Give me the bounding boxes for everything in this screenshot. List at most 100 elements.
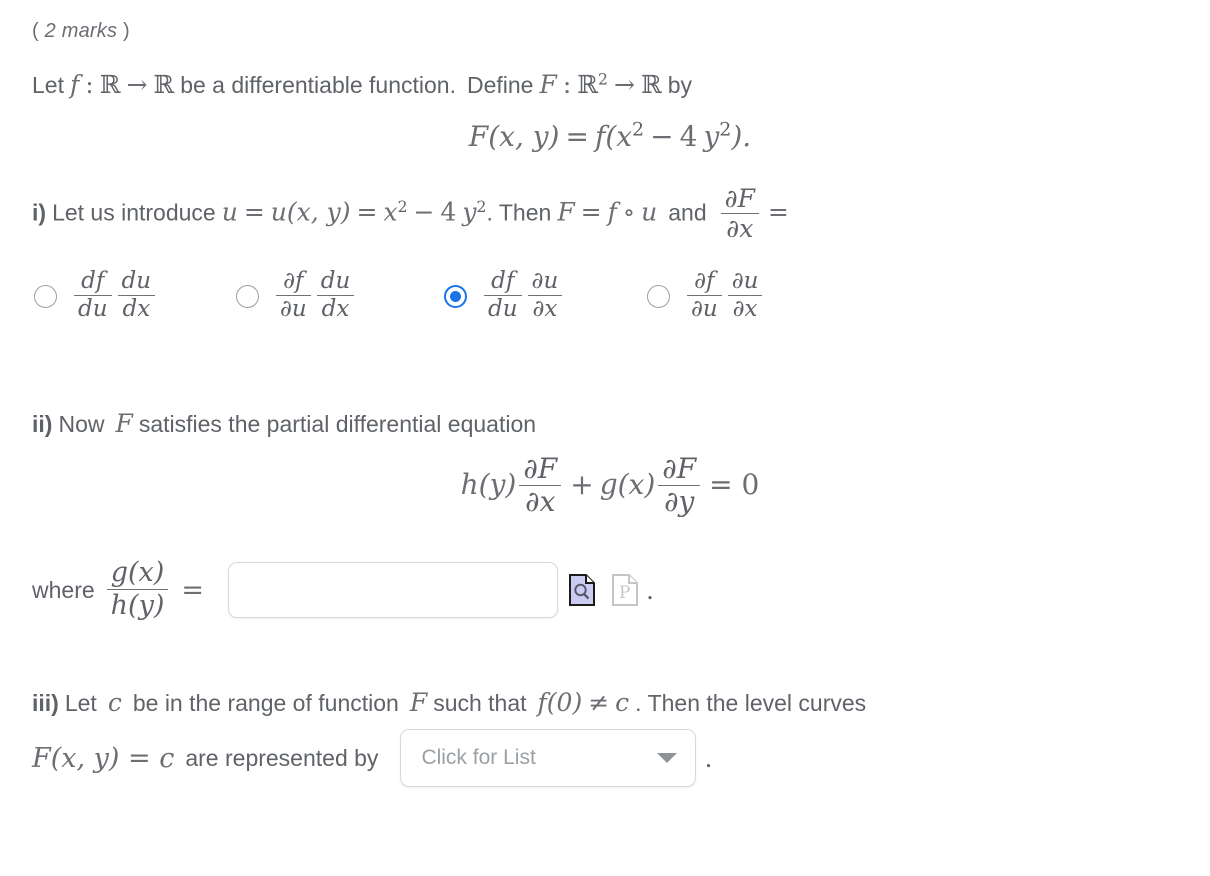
part-i-eq-4: = <box>767 197 789 227</box>
option-d-frac1-num: ∂f <box>687 268 722 296</box>
option-c[interactable]: df du ∂u ∂x <box>444 262 565 330</box>
part-i-f: f <box>607 197 617 227</box>
part-i-eq-2: = <box>356 197 378 227</box>
intro-text-define: Define <box>466 72 534 98</box>
option-a-frac1-num: df <box>74 268 112 296</box>
part-iii-text-2: be in the range of function <box>132 690 399 716</box>
chevron-down-icon <box>657 753 678 763</box>
part-i-y-exponent: 2 <box>476 196 487 216</box>
part-iii-label: iii) <box>32 690 59 716</box>
intro-line: Let f: ℝ → ℝbe a differentiable function. Def… <box>32 70 692 99</box>
part-iii-period: . <box>635 690 642 716</box>
part-iii-statement: iii) Let c be in the range of function Fsuch… <box>32 688 866 717</box>
pde-frac1-num: ∂F <box>519 453 562 487</box>
intro-colon: : <box>85 70 94 99</box>
radio-option-c[interactable] <box>444 284 467 308</box>
marks-label: ( 2 marks ) <box>32 20 130 43</box>
part-iii-text-3: such that <box>433 690 527 716</box>
formula1-lhs: F(x, y) <box>468 120 560 153</box>
option-a[interactable]: df du du dx <box>34 262 158 330</box>
option-a-frac-2: du dx <box>117 268 156 322</box>
option-c-frac2-den: ∂x <box>532 295 558 322</box>
part-i-minus: − <box>413 197 435 227</box>
part-iii-f-of-zero: f(0) <box>537 688 583 717</box>
formula1-exponent-1: 2 <box>632 118 645 141</box>
part-ii-text-2: satisfies the partial differential equat… <box>138 411 537 437</box>
part-iii-text-4: Then the level curves <box>647 690 867 716</box>
intro-reals-domain: ℝ <box>99 70 121 99</box>
part-i-options-group: df du du dx ∂f ∂u du dx df du ∂u ∂x ∂f ∂u ∂u ∂x <box>34 262 934 332</box>
radio-option-b[interactable] <box>236 284 259 308</box>
part-iii-c-2: c <box>615 688 630 717</box>
pde-frac-2: ∂F ∂y <box>658 453 701 517</box>
intro-reals-codomain: ℝ <box>153 70 175 99</box>
part-i-period: . <box>486 199 493 226</box>
part-iii-trailing-dot: . <box>704 743 713 773</box>
option-c-frac-1: df du <box>484 268 522 322</box>
part-i-y: y <box>462 197 477 227</box>
level-curves-dropdown[interactable]: Click for List <box>400 729 697 787</box>
part-i-partial-F-partial-x: ∂F ∂x <box>720 185 759 243</box>
intro-F: F <box>539 70 557 99</box>
option-b[interactable]: ∂f ∂u du dx <box>236 262 357 330</box>
option-d-frac1-den: ∂u <box>691 295 718 322</box>
pde-h-of-y: h(y) <box>460 468 517 502</box>
option-b-frac1-den: ∂u <box>280 295 307 322</box>
part-i-label: i) <box>32 199 47 226</box>
option-d-frac-1: ∂f ∂u <box>687 268 722 322</box>
display-formula-F-definition: F(x, y) = f(x2−4 y2). <box>0 120 1210 153</box>
radio-option-a[interactable] <box>34 284 57 308</box>
radio-option-d[interactable] <box>647 284 670 308</box>
option-c-frac2-num: ∂u <box>527 268 563 296</box>
part-i-deriv-denominator: ∂x <box>726 214 754 243</box>
option-c-frac-2: ∂u ∂x <box>527 268 563 322</box>
intro-text-by: by <box>667 72 693 98</box>
option-b-expression: ∂f ∂u du dx <box>273 268 357 323</box>
document-magnifier-icon[interactable] <box>569 574 595 606</box>
formula1-y: y <box>703 120 720 153</box>
marks-value: 2 marks <box>44 20 118 42</box>
option-c-frac1-den: du <box>488 295 518 322</box>
part-i-u-2: u <box>641 197 658 227</box>
answer-input[interactable] <box>228 562 558 618</box>
intro-arrow-1: → <box>126 70 148 99</box>
intro-reals-squared: ℝ <box>577 70 599 99</box>
part-ii-text-1: Now <box>58 411 105 437</box>
option-c-expression: df du ∂u ∂x <box>481 268 565 323</box>
part-i-text-1: Let us introduce <box>52 199 216 226</box>
pde-g-of-x: g(x) <box>599 468 656 502</box>
option-b-frac-2: du dx <box>316 268 355 322</box>
option-b-frac2-den: dx <box>321 295 350 322</box>
part-i-x-exponent: 2 <box>397 196 408 216</box>
svg-text:P: P <box>619 583 630 603</box>
pde-frac1-den: ∂x <box>525 485 556 519</box>
part-iii-level-equation: F(x, y) = c <box>32 742 175 774</box>
ratio-g-over-h: g(x) h(y) <box>106 558 169 621</box>
part-iii-F: F <box>409 688 428 717</box>
formula1-rhs-prefix: f(x <box>594 120 633 153</box>
option-a-frac1-den: du <box>78 295 108 322</box>
part-ii-F: F <box>115 409 133 438</box>
option-b-frac1-num: ∂f <box>276 268 311 296</box>
option-c-frac1-num: df <box>484 268 522 296</box>
intro-f: f <box>69 70 80 99</box>
option-a-frac2-num: du <box>117 268 156 296</box>
answer-row: where g(x) h(y) = P . <box>32 552 654 628</box>
part-i-eq-1: = <box>243 197 265 227</box>
formula1-equals: = <box>565 120 589 153</box>
ratio-denominator: h(y) <box>110 589 165 621</box>
part-iii-level-curve-row: F(x, y) = c are represented by Click for … <box>32 728 712 788</box>
part-ii-statement: ii) Now Fsatisfies the partial differentia… <box>32 409 536 438</box>
intro-reals-exponent: 2 <box>598 69 608 89</box>
part-i-statement: i) Let us introduce u = u(x, y) = x2−4 y2. Then F… <box>32 185 789 243</box>
intro-reals-target: ℝ <box>640 70 662 99</box>
part-i-text-2: Then <box>498 199 552 226</box>
part-i-x: x <box>383 197 398 227</box>
part-i-eq-3: = <box>580 197 602 227</box>
intro-colon-2: : <box>562 70 572 99</box>
option-d-frac2-den: ∂x <box>732 295 758 322</box>
option-d-frac-2: ∂u ∂x <box>727 268 763 322</box>
part-i-four: 4 <box>440 197 457 227</box>
option-d[interactable]: ∂f ∂u ∂u ∂x <box>647 262 765 330</box>
part-i-text-and: and <box>668 199 707 226</box>
